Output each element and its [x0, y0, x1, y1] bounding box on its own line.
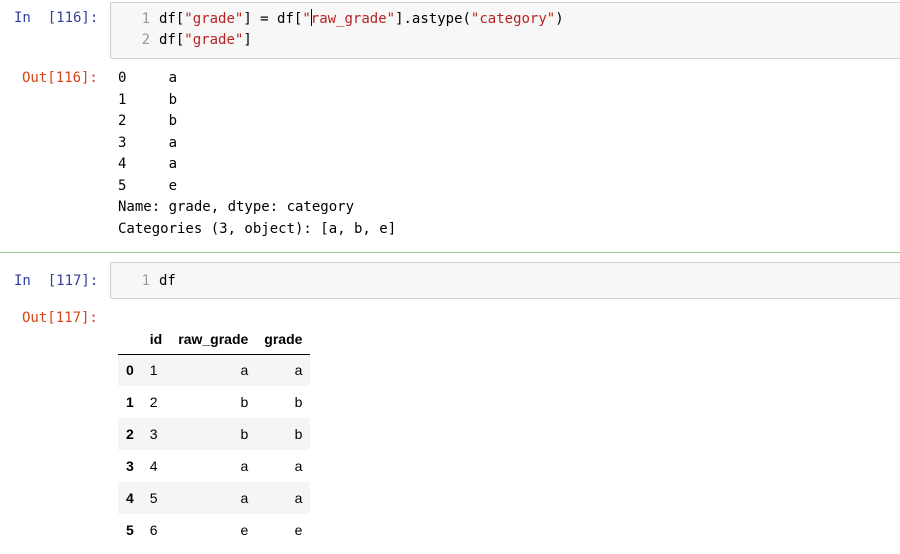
row-index: 3 [126, 458, 134, 474]
table-row: 45 a a [118, 482, 311, 514]
line-number-gutter: 1 [111, 263, 150, 298]
index-header [118, 324, 142, 355]
table-header-row: id raw_grade grade [118, 324, 311, 355]
table-row: 01 a a [118, 354, 311, 386]
line-number: 1 [141, 273, 150, 289]
cell-raw-grade: e [240, 522, 249, 538]
code-cell-116[interactable]: 1 2 df["grade"] = df["raw_grade"].astype… [110, 2, 900, 59]
cell-id: 5 [149, 490, 158, 506]
output-line: 5 e [118, 177, 178, 194]
cell-id: 4 [149, 458, 158, 474]
cell-id: 2 [149, 394, 158, 410]
cell-raw-grade: b [240, 394, 249, 410]
row-index: 5 [126, 522, 134, 538]
output-line: 2 b [118, 113, 178, 129]
column-header-id: id [141, 324, 171, 355]
output-line: 4 a [118, 156, 178, 172]
output-prompt-117: Out[117]: [22, 310, 98, 326]
row-index: 1 [126, 394, 134, 410]
output-prompt-116: Out[116]: [22, 70, 98, 86]
output-line: Name: grade, dtype: category [118, 199, 355, 215]
cell-id: 1 [149, 362, 158, 379]
input-prompt-116: In [116]: [14, 10, 99, 26]
cell-divider [0, 252, 900, 253]
code-line-1: df["grade"] = df["raw_grade"].astype("ca… [159, 9, 564, 27]
line-number-gutter: 1 2 [111, 3, 150, 58]
code-line-2: df["grade"] [159, 32, 252, 48]
code-cell-117[interactable]: 1 df [110, 262, 900, 299]
output-line: 0 a [118, 70, 178, 86]
cell-grade: a [294, 362, 303, 379]
cell-grade: b [294, 426, 303, 442]
cell-raw-grade: a [240, 362, 249, 379]
cell-raw-grade: a [240, 490, 249, 506]
row-index: 2 [126, 426, 134, 442]
line-number: 2 [141, 32, 150, 48]
cell-id: 6 [149, 522, 158, 538]
row-index: 0 [126, 362, 134, 379]
cell-id: 3 [149, 426, 158, 442]
cell-grade: a [294, 458, 303, 474]
cell-grade: e [294, 522, 303, 538]
cell-grade: a [294, 490, 303, 506]
table-row: 12 b b [118, 386, 310, 418]
output-line: 3 a [118, 134, 178, 151]
output-line: Categories (3, object): [a, b, e] [118, 220, 397, 237]
column-header-grade: grade [256, 324, 311, 355]
input-prompt-117: In [117]: [14, 273, 99, 289]
table-row: 23 b b [118, 418, 311, 450]
column-header-raw-grade: raw_grade [170, 324, 257, 355]
line-number: 1 [141, 11, 150, 27]
series-output: 0 a 1 b 2 b 3 a 4 a 5 e Name: grade, dtype: ca… [118, 68, 396, 240]
code-editor[interactable]: df [159, 271, 176, 292]
cell-raw-grade: a [240, 458, 249, 474]
dataframe-table: id raw_grade grade 01aa12bb23bb34aa45aa5… [118, 324, 311, 546]
cell-raw-grade: b [240, 426, 249, 442]
output-line: 1 b [118, 91, 178, 108]
code-editor[interactable]: df["grade"] = df["raw_grade"].astype("ca… [159, 9, 564, 51]
row-index: 4 [126, 490, 134, 506]
table-row: 34 a a [118, 450, 310, 482]
table-row: 56 e e [118, 514, 310, 546]
cell-grade: b [294, 394, 303, 410]
